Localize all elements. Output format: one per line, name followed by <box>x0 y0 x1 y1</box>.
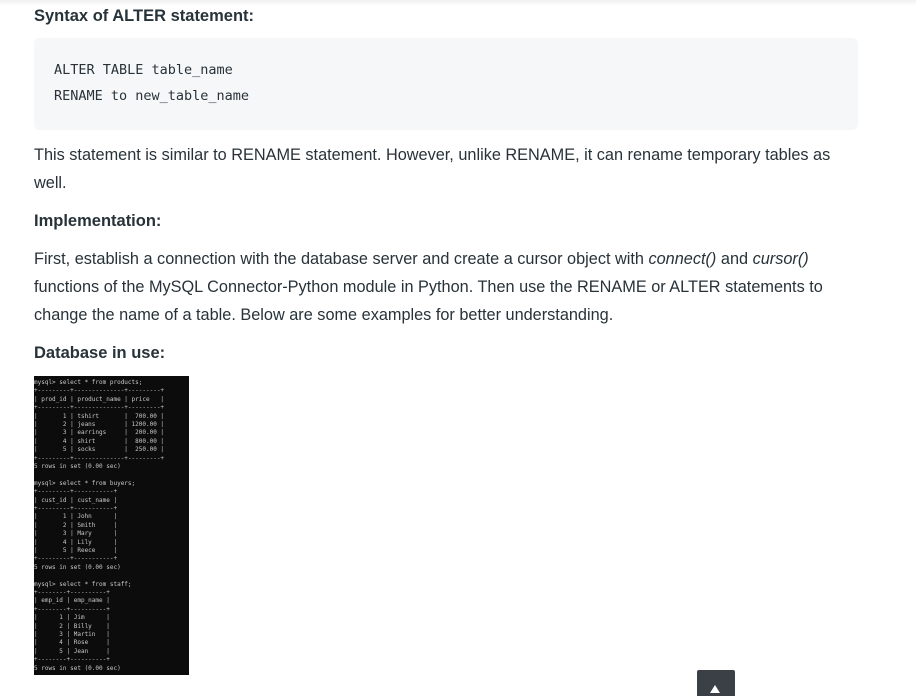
code-line: RENAME to new_table_name <box>54 88 250 104</box>
terminal-line: +--------+----------+ <box>34 605 110 613</box>
terminal-line: | 2 | jeans | 1200.00 | <box>34 421 165 428</box>
terminal-line: | 2 | Smith | <box>34 521 118 529</box>
terminal-line: +---------+-----------+ <box>34 488 118 496</box>
terminal-line: +---------+--------------+---------+ <box>34 387 165 395</box>
terminal-line: mysql> select * from products; <box>34 379 143 386</box>
terminal-line: | 1 | tshirt | 700.00 | <box>34 412 165 420</box>
arrow-up-icon <box>710 685 720 693</box>
terminal-line: | 1 | John | <box>34 513 118 521</box>
terminal-line: +---------+--------------+---------+ <box>34 404 165 412</box>
database-heading: Database in use: <box>34 344 166 362</box>
terminal-line: mysql> select * from buyers; <box>34 479 136 487</box>
terminal-line: +---------+--------------+---------+ <box>34 454 165 462</box>
syntax-heading: Syntax of ALTER statement: <box>34 7 255 25</box>
terminal-line: | 5 | Reece | <box>34 547 118 554</box>
terminal-line: +--------+----------+ <box>34 589 110 596</box>
scroll-to-top-button[interactable] <box>697 670 735 696</box>
terminal-line: +---------+-----------+ <box>34 555 118 563</box>
terminal-line: | 4 | shirt | 800.00 | <box>34 437 165 445</box>
paragraph-rename-note: This statement is similar to RENAME stat… <box>34 146 831 192</box>
text-segment: First, establish a connection with the d… <box>34 250 649 268</box>
terminal-line: 5 rows in set (0.00 sec) <box>34 563 121 571</box>
terminal-line: | 3 | Martin | <box>34 631 110 638</box>
terminal-line: | 2 | Billy | <box>34 622 110 630</box>
terminal-line: | 4 | Rose | <box>34 639 110 647</box>
terminal-line: +---------+-----------+ <box>34 505 118 512</box>
code-line: ALTER TABLE table_name <box>54 62 233 78</box>
terminal-line: | prod_id | product_name | price | <box>34 395 165 403</box>
code-block: ALTER TABLE table_name RENAME to new_tab… <box>34 38 858 130</box>
paragraph-implementation: First, establish a connection with the d… <box>34 245 858 329</box>
terminal-line: 5 rows in set (0.00 sec) <box>34 463 121 470</box>
terminal-line: | emp_id | emp_name | <box>34 597 110 605</box>
text-segment: and <box>716 250 753 268</box>
terminal-line: | cust_id | cust_name | <box>34 496 118 504</box>
terminal-line: | 1 | Jim | <box>34 614 110 622</box>
terminal-line: | 3 | earrings | 200.00 | <box>34 429 165 437</box>
terminal-line: 5 rows in set (0.00 sec) <box>34 664 121 672</box>
terminal-line: mysql> select * from staff; <box>34 580 132 588</box>
terminal-line: | 4 | Lily | <box>34 538 118 546</box>
terminal-screenshot: mysql> select * from products; +---------… <box>34 376 189 675</box>
code-term-cursor: cursor() <box>752 250 809 268</box>
terminal-line: | 5 | socks | 250.00 | <box>34 446 165 454</box>
terminal-line: +--------+----------+ <box>34 656 110 664</box>
code-term-connect: connect() <box>648 250 717 268</box>
terminal-line: | 5 | Jean | <box>34 647 110 655</box>
terminal-line: | 3 | Mary | <box>34 530 118 538</box>
text-segment: functions of the MySQL Connector-Python … <box>34 278 823 324</box>
implementation-heading: Implementation: <box>34 212 162 230</box>
